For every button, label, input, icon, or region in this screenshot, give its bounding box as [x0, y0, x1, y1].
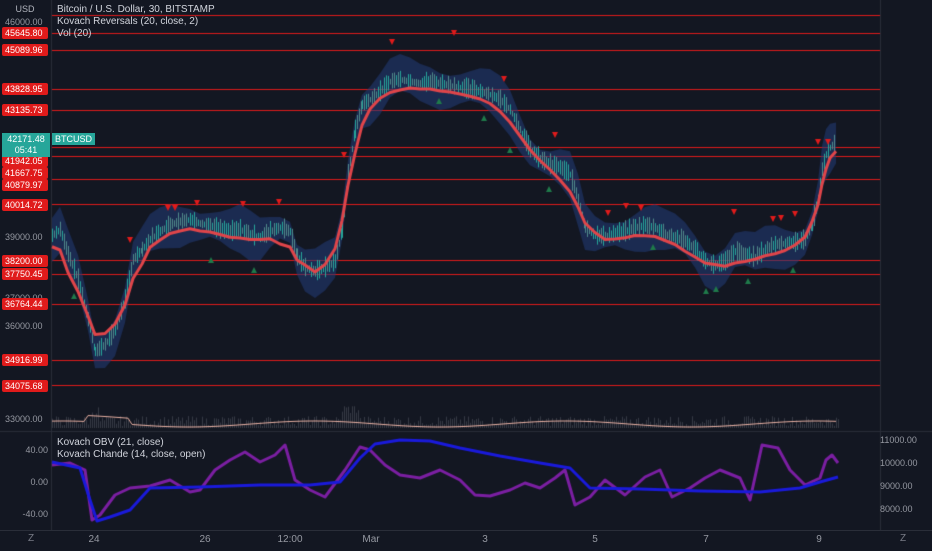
level-label: 43135.73 [2, 104, 48, 116]
level-label: 45089.96 [2, 44, 48, 56]
axis-label: 33000.00 [5, 414, 43, 424]
time-tick: Mar [362, 534, 380, 545]
last-price-tag: 42171.48 05:41 [2, 133, 50, 157]
zoom-right-button[interactable]: Z [900, 533, 906, 544]
chande-axis-label: 0.00 [30, 477, 48, 487]
main-legend: Bitcoin / U.S. Dollar, 30, BITSTAMP Kova… [57, 4, 215, 40]
level-label: 40879.97 [2, 179, 48, 191]
currency-label: USD [15, 4, 35, 14]
time-tick: 12:00 [277, 534, 303, 545]
time-tick: 7 [703, 534, 709, 545]
obv-axis-label: 8000.00 [880, 504, 913, 514]
level-label: 40014.72 [2, 199, 48, 211]
zoom-left-button[interactable]: Z [28, 533, 34, 544]
time-tick: 5 [592, 534, 598, 545]
axis-label: 39000.00 [5, 232, 43, 242]
indicator-volume[interactable]: Vol (20) [57, 28, 215, 40]
chande-axis-label: 40.00 [25, 445, 48, 455]
symbol-title[interactable]: Bitcoin / U.S. Dollar, 30, BITSTAMP [57, 4, 215, 16]
level-label: 36764.44 [2, 298, 48, 310]
time-tick: 9 [816, 534, 822, 545]
chande-axis-label: -40.00 [22, 509, 48, 519]
indicator-chande[interactable]: Kovach Chande (14, close, open) [57, 449, 205, 461]
level-label: 34075.68 [2, 380, 48, 392]
level-label: 38200.00 [2, 255, 48, 267]
level-label: 37750.45 [2, 268, 48, 280]
obv-axis-label: 10000.00 [880, 458, 918, 468]
axis-label: 36000.00 [5, 321, 43, 331]
level-label: 43828.95 [2, 83, 48, 95]
obv-axis-label: 9000.00 [880, 481, 913, 491]
time-tick: 3 [482, 534, 488, 545]
time-tick: 24 [88, 534, 100, 545]
level-label: 34916.99 [2, 354, 48, 366]
level-label: 45645.80 [2, 27, 48, 39]
level-label: 41667.75 [2, 167, 48, 179]
symbol-tag: BTCUSD [52, 133, 96, 145]
time-tick: 26 [199, 534, 211, 545]
time-axis[interactable] [0, 530, 932, 551]
indicator-reversals[interactable]: Kovach Reversals (20, close, 2) [57, 16, 215, 28]
last-price-value: 42171.48 [7, 134, 45, 144]
bar-countdown: 05:41 [14, 145, 38, 155]
obv-axis-label: 11000.00 [880, 435, 917, 445]
indicator-obv[interactable]: Kovach OBV (21, close) [57, 437, 205, 449]
lower-legend: Kovach OBV (21, close) Kovach Chande (14… [57, 437, 205, 461]
